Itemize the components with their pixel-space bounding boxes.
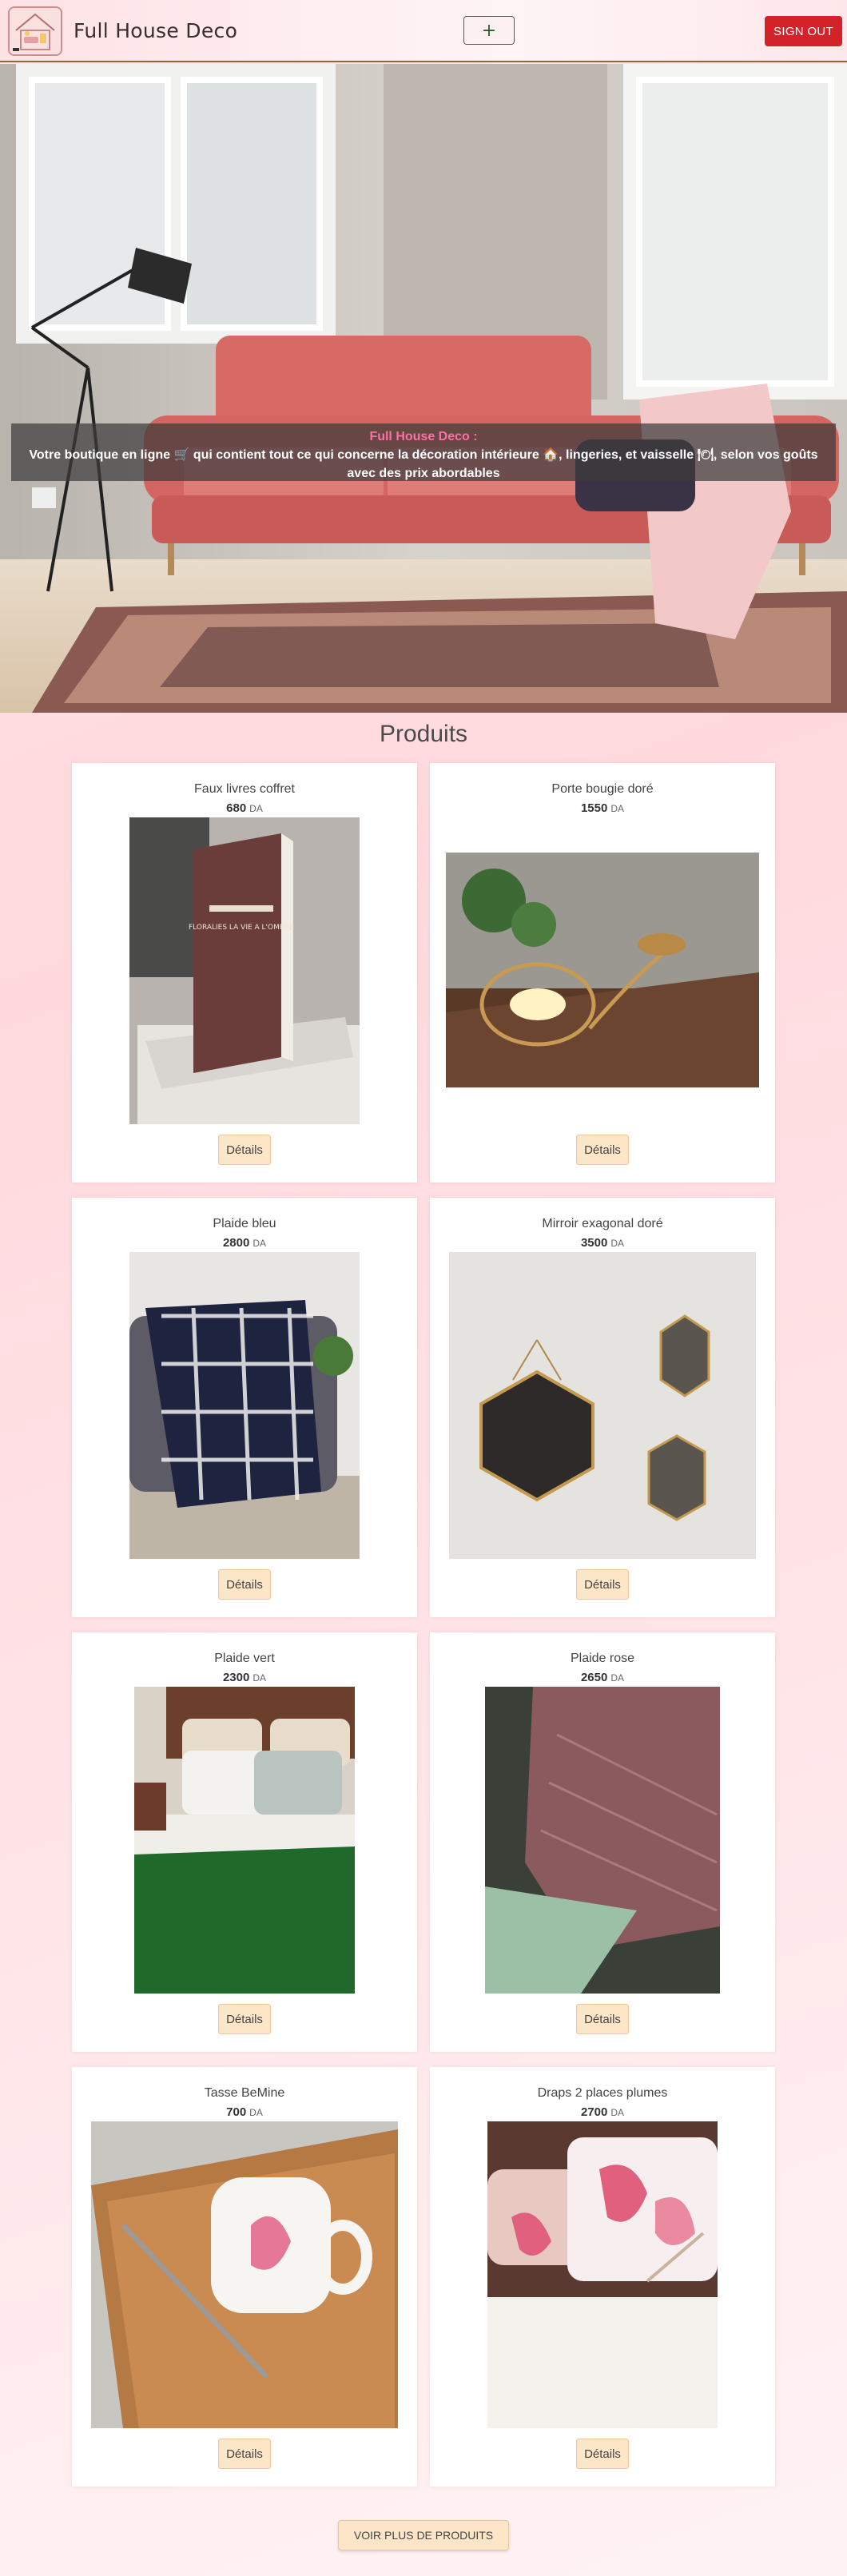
product-name: Faux livres coffret (194, 782, 295, 796)
product-price: 1550 DA (430, 801, 775, 815)
book-cover-text: FLORALIES LA VIE A L'OMBRE (189, 924, 294, 932)
product-card[interactable]: Tasse BeMine 700 DA Détails (72, 2067, 417, 2487)
candle-holder-image (446, 853, 759, 1087)
bed-sheets-image (487, 2121, 718, 2428)
hexagon-mirror-image (449, 1252, 756, 1559)
product-image[interactable] (449, 1252, 756, 1559)
currency: DA (249, 2107, 263, 2118)
add-button[interactable]: + (463, 16, 515, 45)
product-image[interactable]: FLORALIES LA VIE A L'OMBRE (129, 817, 360, 1124)
product-card[interactable]: Porte bougie doré 1550 DA Détails (430, 763, 775, 1183)
price-value: 2650 (580, 1671, 608, 1684)
hero-caption: Full House Deco : Votre boutique en lign… (11, 423, 836, 481)
product-price: 680 DA (72, 801, 417, 815)
currency: DA (610, 1238, 625, 1249)
product-card[interactable]: Plaide vert 2300 DA Détails (72, 1632, 417, 2052)
product-name: Plaide rose (570, 1652, 635, 1665)
book-box-image: FLORALIES LA VIE A L'OMBRE (129, 817, 360, 1124)
product-image[interactable] (91, 2121, 398, 2428)
product-card[interactable]: Faux livres coffret 680 DA FLORALIES LA V… (72, 763, 417, 1183)
hero-sofa-image (0, 64, 847, 713)
hero-title: Full House Deco : (369, 430, 478, 443)
currency: DA (610, 1672, 625, 1684)
price-value: 2800 (222, 1236, 250, 1250)
details-button[interactable]: Détails (218, 1135, 271, 1165)
currency: DA (610, 803, 625, 814)
currency: DA (253, 1672, 267, 1684)
product-image[interactable] (129, 1252, 360, 1559)
details-button[interactable]: Détails (576, 1135, 629, 1165)
hero-banner: Full House Deco : Votre boutique en lign… (0, 64, 847, 713)
product-price: 2300 DA (72, 1671, 417, 1684)
product-image[interactable] (487, 2121, 718, 2428)
sign-out-button[interactable]: SIGN OUT (765, 16, 842, 46)
product-name: Plaide bleu (213, 1217, 276, 1230)
product-image[interactable] (485, 1687, 720, 1994)
brand-name[interactable]: Full House Deco (74, 19, 237, 42)
see-more-products-button[interactable]: VOIR PLUS DE PRODUITS (338, 2520, 509, 2550)
product-price: 700 DA (72, 2105, 417, 2119)
details-button[interactable]: Détails (576, 1569, 629, 1600)
product-card[interactable]: Draps 2 places plumes 2700 DA Détails (430, 2067, 775, 2487)
logo[interactable] (8, 6, 62, 56)
product-name: Tasse BeMine (204, 2086, 285, 2100)
currency: DA (610, 2107, 625, 2118)
price-value: 700 (226, 2105, 247, 2119)
details-button[interactable]: Détails (576, 2004, 629, 2034)
details-button[interactable]: Détails (218, 2004, 271, 2034)
details-button[interactable]: Détails (218, 2439, 271, 2469)
product-name: Draps 2 places plumes (537, 2086, 668, 2100)
price-value: 3500 (580, 1236, 608, 1250)
house-logo-icon (10, 8, 61, 54)
product-card[interactable]: Plaide bleu 2800 DA Détails (72, 1198, 417, 1617)
product-price: 2650 DA (430, 1671, 775, 1684)
details-button[interactable]: Détails (218, 1569, 271, 1600)
pink-throw-image (485, 1687, 720, 1994)
price-value: 680 (226, 801, 247, 815)
hero-description: Votre boutique en ligne 🛒 qui contient t… (29, 448, 818, 480)
product-name: Porte bougie doré (551, 782, 654, 796)
green-throw-image (134, 1687, 355, 1994)
blue-throw-image (129, 1252, 360, 1559)
product-name: Mirroir exagonal doré (542, 1217, 663, 1230)
price-value: 2700 (580, 2105, 608, 2119)
top-header: Full House Deco + SIGN OUT (0, 0, 847, 62)
currency: DA (253, 1238, 267, 1249)
price-value: 2300 (222, 1671, 250, 1684)
product-name: Plaide vert (214, 1652, 275, 1665)
products-title: Produits (379, 721, 468, 747)
product-price: 2800 DA (72, 1236, 417, 1250)
product-price: 2700 DA (430, 2105, 775, 2119)
product-card[interactable]: Plaide rose 2650 DA Détails (430, 1632, 775, 2052)
details-button[interactable]: Détails (576, 2439, 629, 2469)
product-image[interactable] (134, 1687, 355, 1994)
mug-image (91, 2121, 398, 2428)
product-card[interactable]: Mirroir exagonal doré 3500 DA Détails (430, 1198, 775, 1617)
price-value: 1550 (580, 801, 608, 815)
currency: DA (249, 803, 263, 814)
product-image[interactable] (446, 853, 759, 1087)
product-price: 3500 DA (430, 1236, 775, 1250)
